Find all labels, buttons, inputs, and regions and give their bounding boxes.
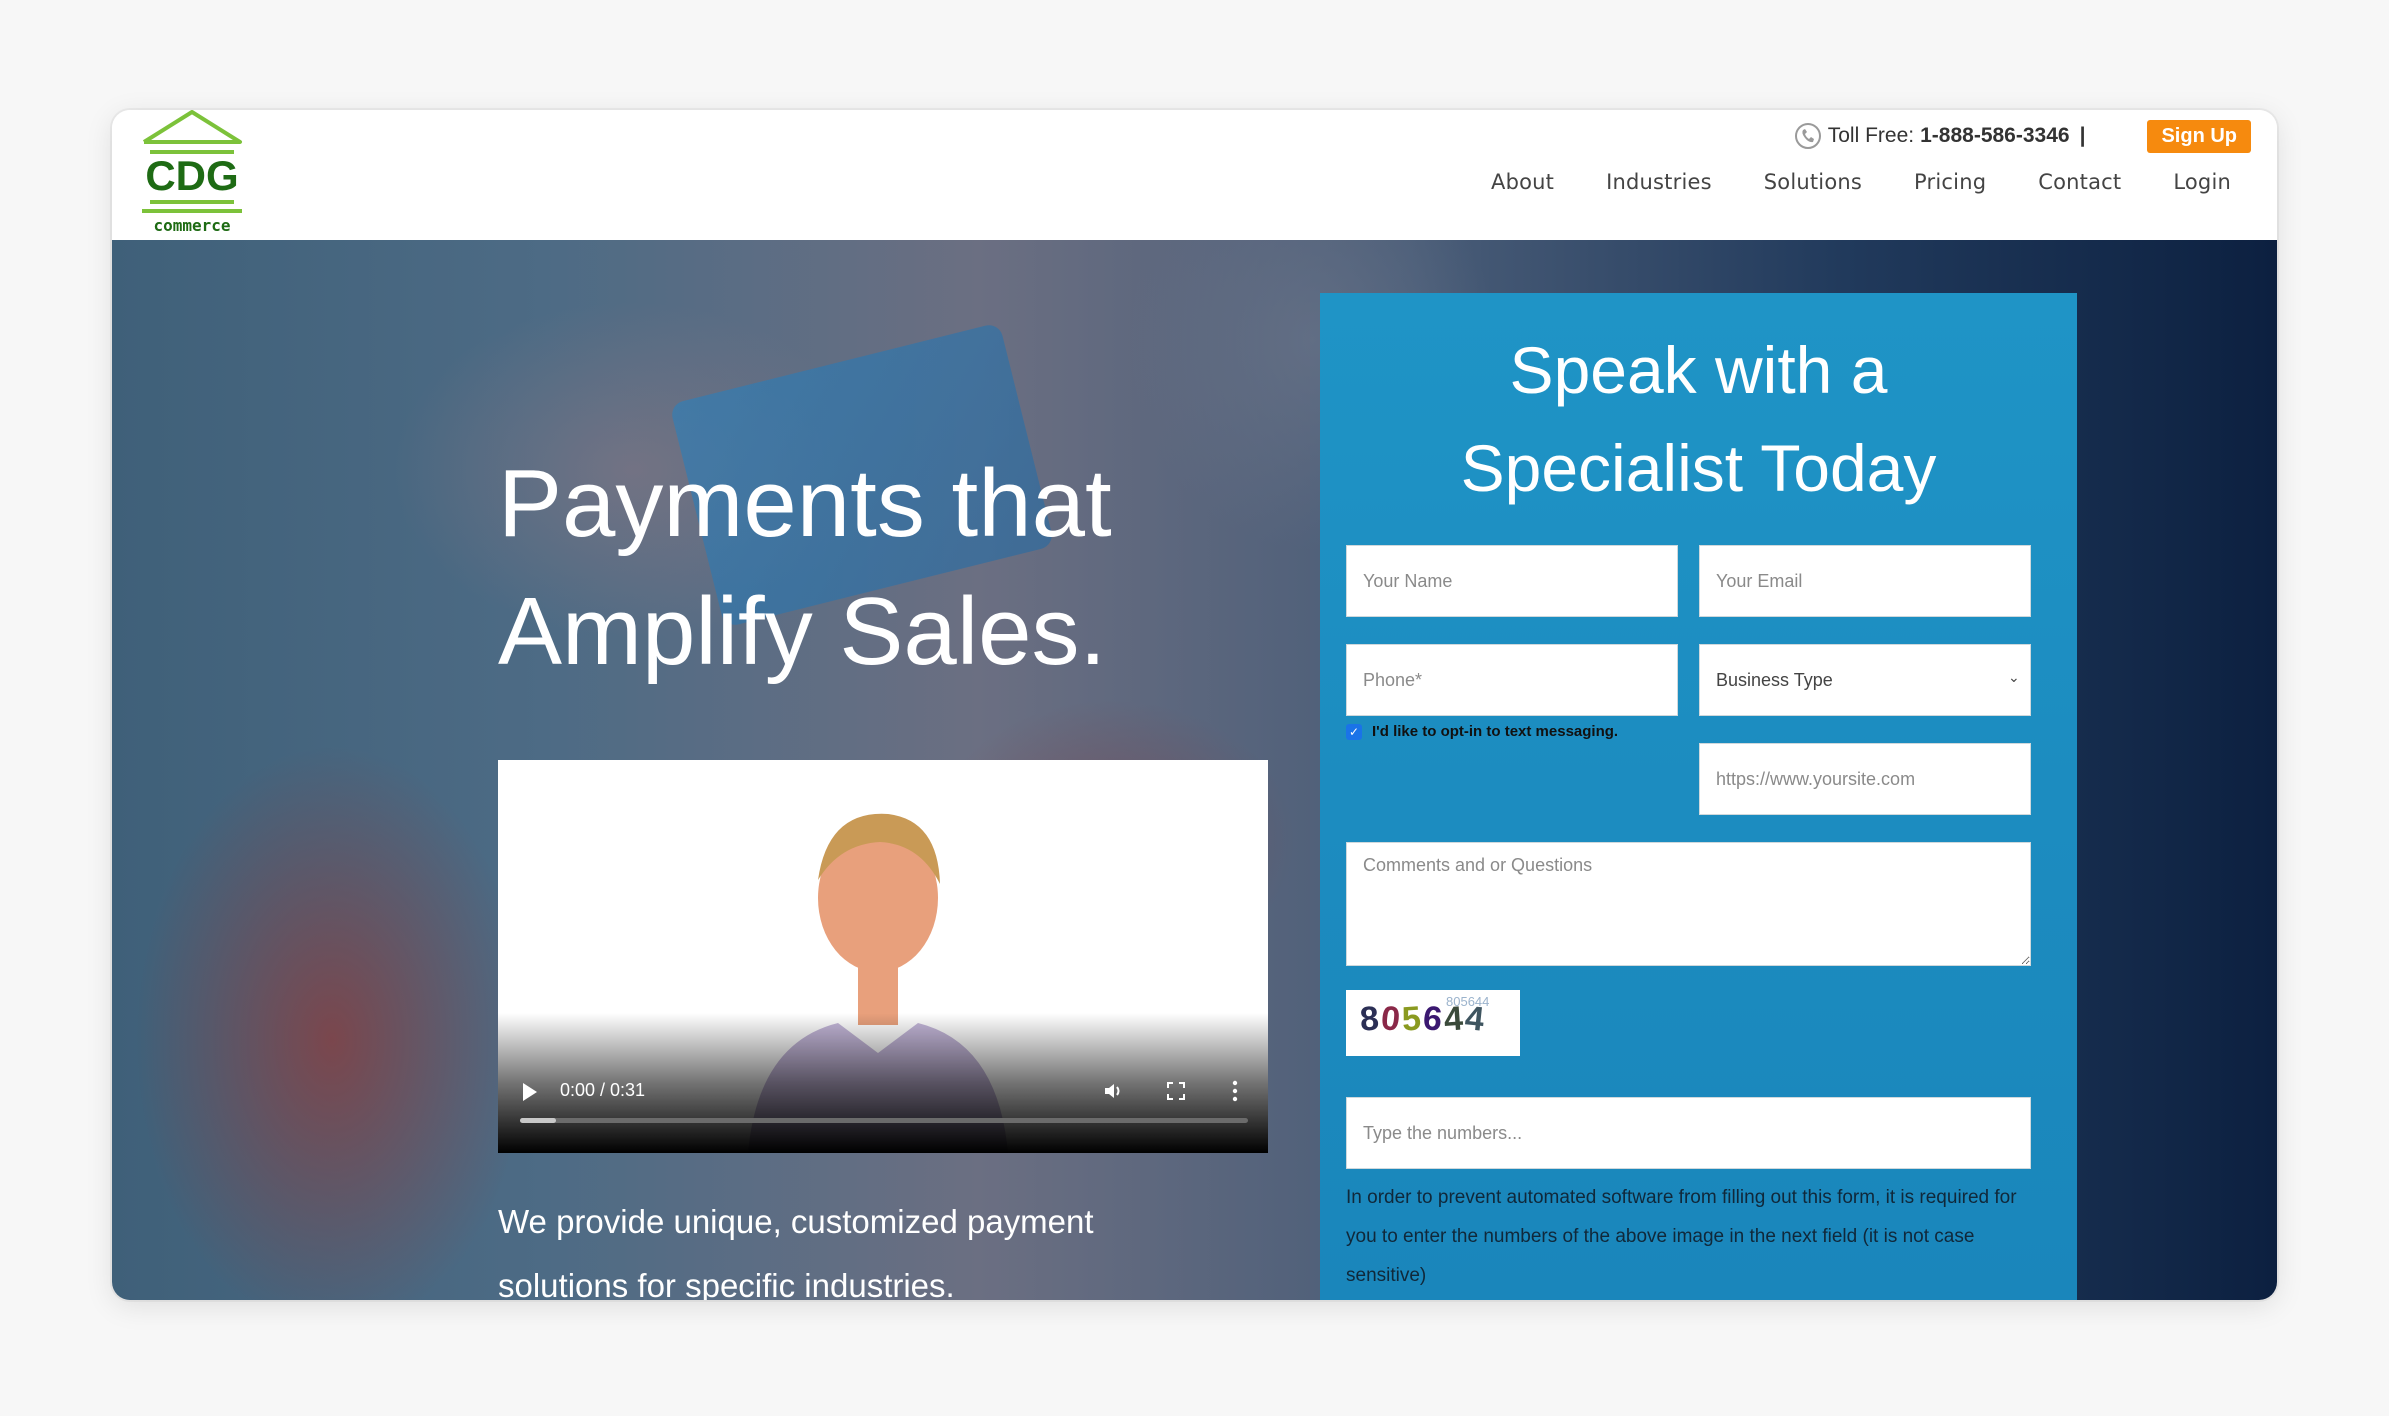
top-contact-bar: Toll Free: 1-888-586-3346 | Sign Up — [1794, 118, 2251, 154]
contact-form-panel: Speak with a Specialist Today Business T… — [1320, 293, 2077, 1300]
video-controls: 0:00 / 0:31 — [498, 1053, 1268, 1153]
svg-text:commerce: commerce — [153, 216, 230, 235]
toll-free-number[interactable]: 1-888-586-3346 — [1920, 124, 2069, 148]
fullscreen-icon[interactable] — [1166, 1081, 1186, 1101]
captcha-digit: 4 — [1462, 999, 1488, 1039]
headline-line-2: Amplify Sales. — [498, 578, 1107, 685]
phone-input[interactable] — [1346, 644, 1678, 716]
video-time: 0:00 / 0:31 — [560, 1080, 646, 1100]
checkbox-checked-icon[interactable]: ✓ — [1346, 723, 1362, 740]
video-progress-fill — [520, 1118, 557, 1123]
comments-textarea[interactable] — [1346, 842, 2031, 966]
nav-login[interactable]: Login — [2173, 170, 2231, 194]
business-type-select[interactable]: Business Type — [1699, 644, 2031, 716]
captcha-digit: 6 — [1420, 999, 1446, 1039]
nav-about[interactable]: About — [1491, 170, 1554, 194]
site-header: CDG commerce Toll Free: 1-888-586-3346 |… — [112, 110, 2277, 240]
headline-line-1: Payments that — [498, 450, 1112, 557]
website-input[interactable] — [1699, 743, 2031, 815]
toll-free-info: Toll Free: 1-888-586-3346 | — [1794, 122, 2086, 150]
name-input[interactable] — [1346, 545, 1678, 617]
optin-label: I'd like to opt-in to text messaging. — [1372, 723, 1619, 740]
play-icon[interactable] — [520, 1081, 540, 1103]
intro-video-player[interactable]: 0:00 / 0:31 — [498, 760, 1268, 1153]
captcha-instructions: In order to prevent automated software f… — [1346, 1187, 2017, 1286]
form-title-line-2: Specialist Today — [1460, 431, 1937, 505]
browser-page-frame: CDG commerce Toll Free: 1-888-586-3346 |… — [112, 110, 2277, 1300]
cdg-logo-icon: CDG commerce — [142, 110, 242, 235]
volume-icon[interactable] — [1102, 1079, 1126, 1103]
form-title: Speak with a Specialist Today — [1320, 321, 2077, 517]
nav-pricing[interactable]: Pricing — [1914, 170, 1986, 194]
hero-section: Payments that Amplify Sales. 0:00 / 0:31 — [112, 240, 2277, 1300]
more-options-icon[interactable] — [1230, 1079, 1240, 1103]
form-title-line-1: Speak with a — [1509, 333, 1888, 407]
email-input[interactable] — [1699, 545, 2031, 617]
captcha-input[interactable] — [1346, 1097, 2031, 1169]
nav-solutions[interactable]: Solutions — [1764, 170, 1862, 194]
nav-contact[interactable]: Contact — [2038, 170, 2121, 194]
captcha-image: 805644 805644 — [1346, 990, 1520, 1056]
captcha-digits: 805644 — [1359, 999, 1488, 1039]
main-nav: About Industries Solutions Pricing Conta… — [1439, 170, 2231, 194]
separator: | — [2079, 124, 2086, 147]
text-messaging-optin[interactable]: ✓ I'd like to opt-in to text messaging. — [1346, 723, 1618, 740]
sign-up-button[interactable]: Sign Up — [2147, 119, 2251, 153]
site-logo[interactable]: CDG commerce — [140, 110, 250, 235]
video-progress-bar[interactable] — [520, 1118, 1248, 1123]
phone-icon — [1794, 123, 1821, 149]
hero-headline: Payments that Amplify Sales. — [498, 440, 1298, 696]
nav-industries[interactable]: Industries — [1606, 170, 1712, 194]
toll-free-label: Toll Free: — [1827, 124, 1915, 147]
hero-subtext: We provide unique, customized payment so… — [498, 1203, 1094, 1300]
svg-text:CDG: CDG — [145, 152, 238, 199]
